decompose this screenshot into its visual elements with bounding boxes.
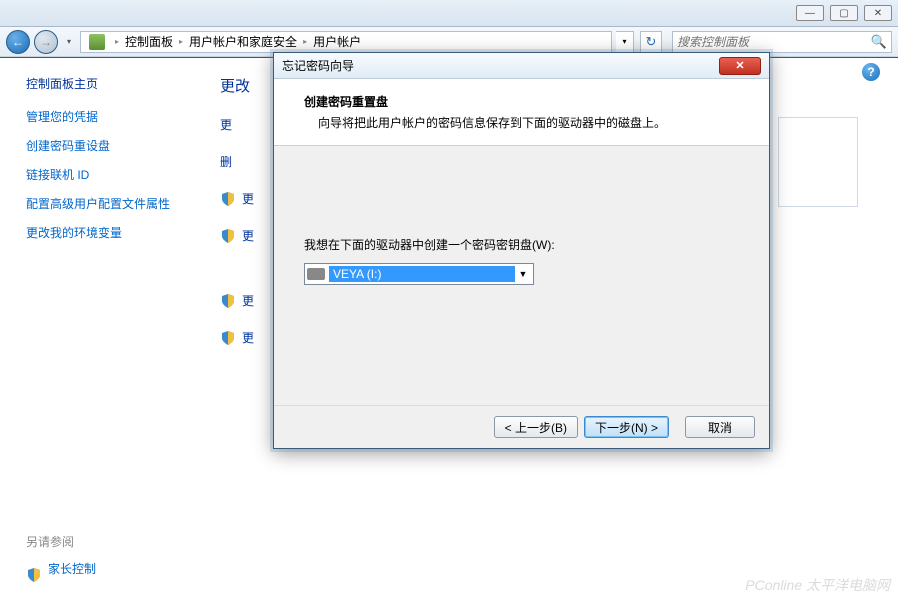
window-close-button[interactable]: ✕ — [864, 5, 892, 21]
refresh-button[interactable]: ↻ — [640, 31, 662, 53]
breadcrumb-item[interactable]: 用户帐户 — [313, 33, 361, 50]
breadcrumb-sep: ▸ — [179, 37, 183, 46]
wizard-title-text: 忘记密码向导 — [282, 57, 719, 74]
wizard-body: 我想在下面的驱动器中创建一个密码密钥盘(W): VEYA (I:) ▼ — [274, 146, 769, 405]
chevron-down-icon[interactable]: ▼ — [515, 269, 531, 279]
shield-icon — [220, 293, 236, 309]
maximize-button[interactable]: ▢ — [830, 5, 858, 21]
sidebar-link-env-vars[interactable]: 更改我的环境变量 — [26, 224, 190, 241]
minimize-button[interactable]: ― — [796, 5, 824, 21]
search-icon[interactable]: 🔍 — [871, 34, 887, 50]
window-titlebar: ― ▢ ✕ — [0, 0, 898, 27]
breadcrumb-sep: ▸ — [303, 37, 307, 46]
breadcrumb-sep: ▸ — [115, 37, 119, 46]
back-step-button[interactable]: < 上一步(B) — [494, 416, 578, 438]
content-item[interactable]: 更 — [242, 190, 254, 207]
breadcrumb-item[interactable]: 控制面板 — [125, 33, 173, 50]
sidebar-heading[interactable]: 控制面板主页 — [26, 75, 190, 92]
help-icon[interactable]: ? — [862, 63, 880, 81]
shield-icon — [220, 191, 236, 207]
user-avatar-box — [778, 117, 858, 207]
search-input[interactable] — [677, 35, 871, 49]
drive-selected-value: VEYA (I:) — [329, 266, 515, 282]
forward-button[interactable]: → — [34, 30, 58, 54]
next-step-button[interactable]: 下一步(N) > — [584, 416, 669, 438]
breadcrumb-item[interactable]: 用户帐户和家庭安全 — [189, 33, 297, 50]
content-item[interactable]: 更 — [242, 292, 254, 309]
cancel-button[interactable]: 取消 — [685, 416, 755, 438]
sidebar-link-parental[interactable]: 家长控制 — [48, 560, 96, 577]
watermark: PConline 太平洋电脑网 — [745, 575, 890, 595]
sidebar-also-heading: 另请参阅 — [26, 533, 190, 550]
sidebar-link-credentials[interactable]: 管理您的凭据 — [26, 108, 190, 125]
drive-icon — [307, 268, 325, 280]
drive-select[interactable]: VEYA (I:) ▼ — [304, 263, 534, 285]
nav-history-dropdown[interactable]: ▾ — [62, 32, 76, 52]
breadcrumb[interactable]: ▸ 控制面板 ▸ 用户帐户和家庭安全 ▸ 用户帐户 — [80, 31, 612, 53]
shield-icon — [220, 330, 236, 346]
wizard-heading: 创建密码重置盘 — [304, 93, 739, 110]
content-item[interactable]: 更 — [242, 227, 254, 244]
content-item[interactable]: 更 — [242, 329, 254, 346]
shield-icon — [220, 228, 236, 244]
wizard-dialog: 忘记密码向导 ✕ 创建密码重置盘 向导将把此用户帐户的密码信息保存到下面的驱动器… — [273, 52, 770, 449]
drive-prompt-label: 我想在下面的驱动器中创建一个密码密钥盘(W): — [304, 236, 739, 253]
wizard-footer: < 上一步(B) 下一步(N) > 取消 — [274, 405, 769, 448]
back-button[interactable]: ← — [6, 30, 30, 54]
breadcrumb-dropdown[interactable]: ▾ — [616, 31, 634, 53]
sidebar-link-advanced-profile[interactable]: 配置高级用户配置文件属性 — [26, 195, 190, 212]
control-panel-icon — [89, 34, 105, 50]
sidebar-link-online-id[interactable]: 链接联机 ID — [26, 166, 190, 183]
sidebar-link-reset-disk[interactable]: 创建密码重设盘 — [26, 137, 190, 154]
sidebar: 控制面板主页 管理您的凭据 创建密码重设盘 链接联机 ID 配置高级用户配置文件… — [0, 57, 200, 599]
wizard-close-button[interactable]: ✕ — [719, 57, 761, 75]
wizard-titlebar[interactable]: 忘记密码向导 ✕ — [274, 53, 769, 79]
wizard-header: 创建密码重置盘 向导将把此用户帐户的密码信息保存到下面的驱动器中的磁盘上。 — [274, 79, 769, 146]
wizard-description: 向导将把此用户帐户的密码信息保存到下面的驱动器中的磁盘上。 — [304, 114, 739, 131]
shield-icon — [26, 567, 42, 583]
search-box[interactable]: 🔍 — [672, 31, 892, 53]
